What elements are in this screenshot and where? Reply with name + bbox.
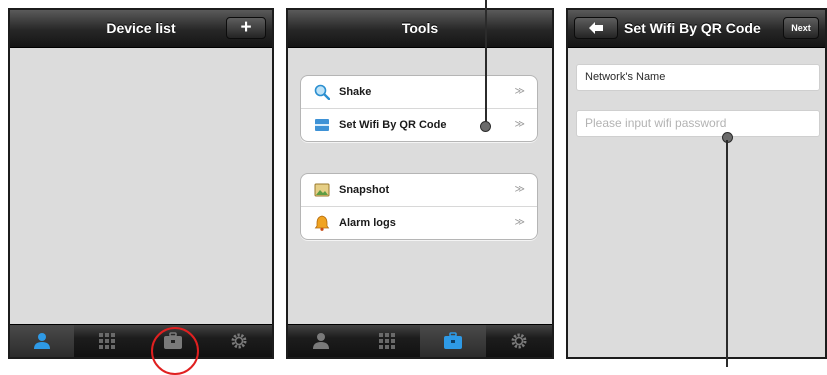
bell-icon: [314, 215, 330, 231]
grid-icon: [379, 333, 395, 349]
tools-group-2: Snapshot ≫ Alarm logs ≫: [300, 173, 538, 240]
tool-item-snapshot[interactable]: Snapshot ≫: [301, 174, 537, 207]
tools-group-1: Shake ≫ Set Wifi By QR Code ≫: [300, 75, 538, 142]
set-wifi-screen: Set Wifi By QR Code Next Network's Name …: [566, 8, 827, 359]
tab-settings[interactable]: [206, 325, 272, 357]
gear-icon: [511, 333, 527, 349]
tools-screen: Tools Shake ≫ Set Wifi By QR Code ≫ Snap…: [286, 8, 554, 359]
chevron-right-icon: ≫: [514, 119, 525, 130]
tool-item-set-wifi-qr[interactable]: Set Wifi By QR Code ≫: [301, 109, 537, 141]
tool-item-alarm-logs[interactable]: Alarm logs ≫: [301, 207, 537, 239]
tab-devices[interactable]: [10, 325, 74, 357]
tab-bar: [288, 324, 552, 357]
highlight-circle: [151, 327, 199, 375]
chevron-right-icon: ≫: [514, 184, 525, 195]
tab-bar: [10, 324, 272, 357]
person-icon: [34, 333, 50, 349]
magnifier-icon: [314, 84, 330, 100]
callout-line: [726, 140, 728, 367]
tool-item-label: Shake: [339, 86, 372, 98]
gear-icon: [231, 333, 247, 349]
callout-dot: [480, 121, 491, 132]
back-button[interactable]: [574, 17, 618, 39]
page-title: Set Wifi By QR Code: [624, 20, 761, 36]
qr-scan-icon: [315, 119, 329, 131]
tab-grid[interactable]: [354, 325, 420, 357]
nav-bar: Set Wifi By QR Code Next: [568, 10, 825, 48]
tool-item-label: Set Wifi By QR Code: [339, 119, 447, 131]
next-button[interactable]: Next: [783, 17, 819, 39]
device-list-area: [10, 48, 272, 325]
tab-settings[interactable]: [486, 325, 552, 357]
grid-icon: [99, 333, 115, 349]
tab-grid[interactable]: [74, 325, 140, 357]
picture-icon: [314, 183, 330, 197]
chevron-right-icon: ≫: [514, 217, 525, 228]
plus-icon: +: [240, 17, 252, 38]
back-arrow-icon: [589, 22, 603, 34]
person-icon: [313, 333, 329, 349]
tool-item-label: Snapshot: [339, 184, 390, 196]
add-device-button[interactable]: +: [226, 17, 266, 39]
wifi-password-field[interactable]: Please input wifi password: [576, 110, 820, 137]
nav-bar: Device list +: [10, 10, 272, 48]
chevron-right-icon: ≫: [514, 86, 525, 97]
nav-bar: Tools: [288, 10, 552, 48]
toolbox-icon: [444, 332, 462, 349]
tool-item-label: Alarm logs: [339, 217, 396, 229]
tool-item-shake[interactable]: Shake ≫: [301, 76, 537, 109]
network-name-field[interactable]: Network's Name: [576, 64, 820, 91]
tab-devices[interactable]: [288, 325, 354, 357]
callout-line: [485, 0, 487, 124]
page-title: Tools: [401, 20, 439, 36]
device-list-screen: Device list +: [8, 8, 274, 359]
tab-tools[interactable]: [420, 325, 486, 357]
